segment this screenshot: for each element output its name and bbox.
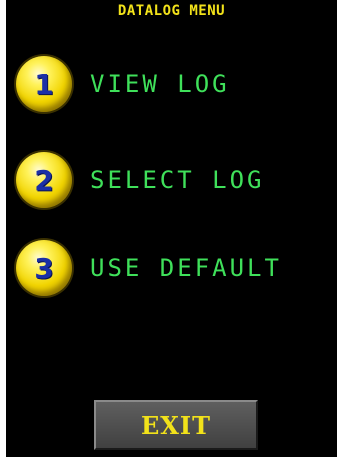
menu-item-number: 2 bbox=[34, 163, 54, 197]
menu-item-number: 1 bbox=[34, 67, 54, 101]
menu-item-select-log[interactable]: 2 SELECT LOG bbox=[10, 152, 330, 208]
datalog-screen: DATALOG MENU 1 VIEW LOG 2 SELECT LOG 3 U… bbox=[6, 0, 337, 457]
page-title: DATALOG MENU bbox=[117, 3, 226, 19]
menu-item-label: SELECT LOG bbox=[90, 166, 265, 194]
menu-item-label: VIEW LOG bbox=[90, 70, 230, 98]
number-2-badge-icon: 2 bbox=[16, 152, 72, 208]
exit-button[interactable]: EXIT bbox=[94, 400, 258, 450]
menu-item-view-log[interactable]: 1 VIEW LOG bbox=[10, 56, 330, 112]
number-3-badge-icon: 3 bbox=[16, 240, 72, 296]
menu-item-use-default[interactable]: 3 USE DEFAULT bbox=[10, 240, 330, 296]
menu-item-label: USE DEFAULT bbox=[90, 254, 282, 282]
number-1-badge-icon: 1 bbox=[16, 56, 72, 112]
menu-item-number: 3 bbox=[34, 251, 54, 285]
exit-button-label: EXIT bbox=[141, 410, 211, 440]
